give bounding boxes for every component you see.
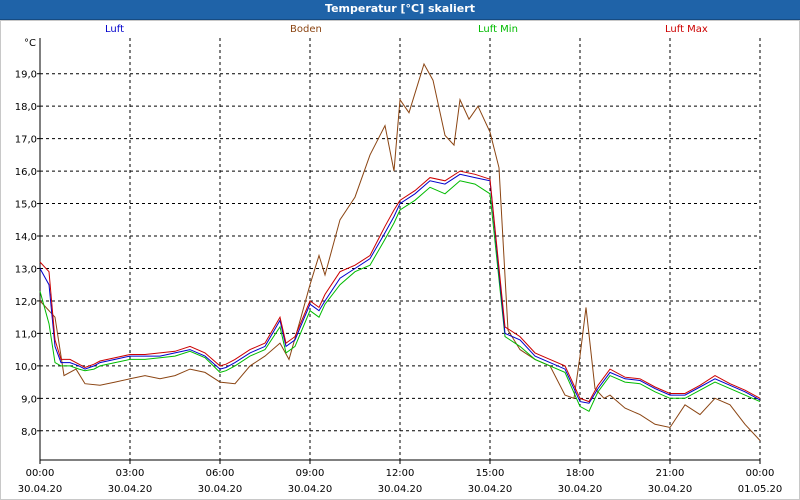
- x-tick-time-label: 12:00: [386, 468, 415, 479]
- y-tick-label: 15,0: [15, 200, 37, 211]
- y-tick-label: 10,0: [15, 362, 37, 373]
- x-tick-time-label: 21:00: [656, 468, 685, 479]
- x-tick-date-label: 30.04.20: [558, 484, 603, 495]
- y-tick-label: 9,0: [21, 394, 37, 405]
- y-tick-label: 14,0: [15, 232, 37, 243]
- line-chart: 8,0 9,0 10,0 11,0 12,0 13,0 14,0 15,0 16,0 17,0 18…: [15, 38, 783, 495]
- x-tick-date-label: 30.04.20: [288, 484, 333, 495]
- x-tick-date-label: 01.05.20: [738, 484, 783, 495]
- x-tick-date-label: 30.04.20: [18, 484, 63, 495]
- x-tick-date-label: 30.04.20: [378, 484, 423, 495]
- y-tick-label: 18,0: [15, 102, 37, 113]
- series-line-boden: [39, 62, 761, 441]
- y-tick-label: 8,0: [21, 427, 37, 438]
- y-tick-label: 11,0: [15, 329, 37, 340]
- x-tick-date-label: 30.04.20: [468, 484, 513, 495]
- y-tick-label: 19,0: [15, 70, 37, 81]
- x-tick-time-label: 00:00: [26, 468, 55, 479]
- x-tick-time-label: 09:00: [296, 468, 325, 479]
- y-tick-label: 17,0: [15, 135, 37, 146]
- x-tick-time-label: 00:00: [746, 468, 775, 479]
- x-tick-time-label: 03:00: [116, 468, 145, 479]
- y-tick-label: 16,0: [15, 167, 37, 178]
- x-tick-date-label: 30.04.20: [108, 484, 153, 495]
- x-tick-time-label: 06:00: [206, 468, 235, 479]
- x-tick-time-label: 18:00: [566, 468, 595, 479]
- x-tick-date-label: 30.04.20: [648, 484, 693, 495]
- x-tick-time-label: 15:00: [476, 468, 505, 479]
- y-tick-label: 13,0: [15, 264, 37, 275]
- x-tick-date-label: 30.04.20: [198, 484, 243, 495]
- y-tick-label: 12,0: [15, 297, 37, 308]
